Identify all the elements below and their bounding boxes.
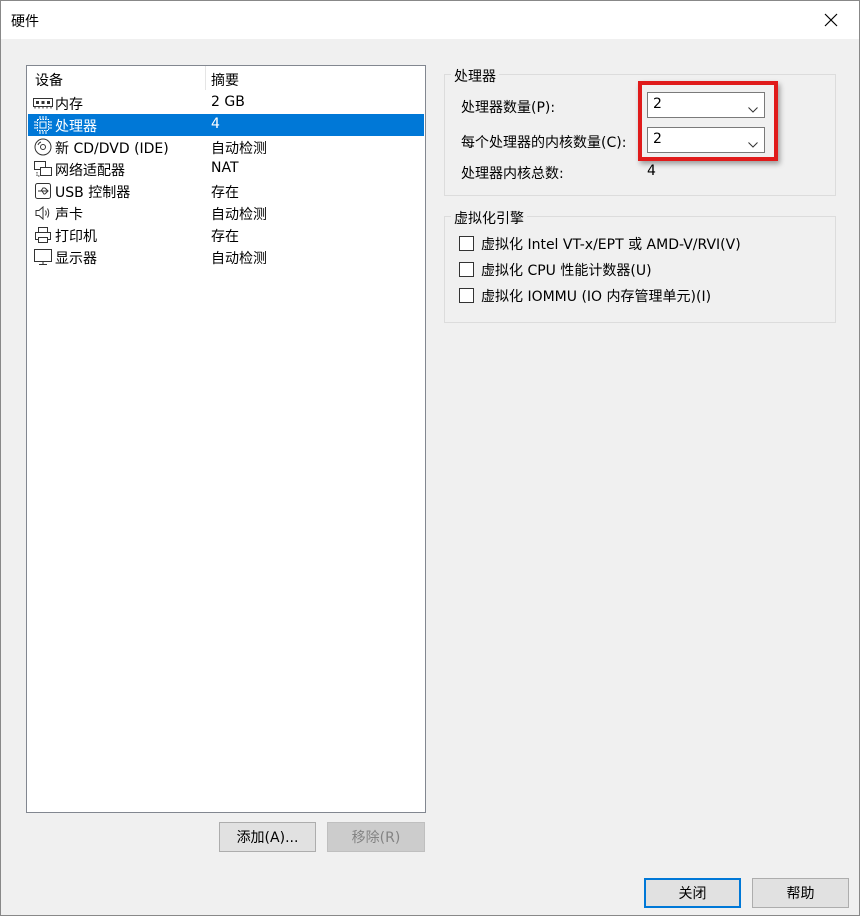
column-divider[interactable] [205,66,206,90]
column-header-device[interactable]: 设备 [35,70,63,90]
virtualization-group-legend: 虚拟化引擎 [451,208,527,228]
device-name: 打印机 [55,229,97,245]
add-button[interactable]: 添加(A)... [219,822,316,852]
device-summary: 自动检测 [211,251,267,267]
device-summary: 存在 [211,185,239,201]
virtualization-group: 虚拟化引擎 虚拟化 Intel VT-x/EPT 或 AMD-V/RVI(V) … [444,208,836,323]
device-summary: 存在 [211,229,239,245]
close-button[interactable]: 关闭 [644,878,741,908]
device-name: USB 控制器 [55,185,131,201]
total-cores-value: 4 [647,163,656,179]
title-bar: 硬件 [1,1,859,39]
virtualize-iommu-label: 虚拟化 IOMMU (IO 内存管理单元)(I) [481,289,712,305]
device-name: 内存 [55,97,83,113]
virtualize-intel-vtx-label: 虚拟化 Intel VT-x/EPT 或 AMD-V/RVI(V) [481,237,741,253]
cd-dvd-icon [33,138,53,156]
network-adapter-icon [33,160,53,178]
device-name: 显示器 [55,251,97,267]
device-row-network-adapter[interactable]: 网络适配器 NAT [28,158,424,180]
device-row-printer[interactable]: 打印机 存在 [28,224,424,246]
monitor-icon [33,248,53,266]
device-name: 网络适配器 [55,163,125,179]
device-summary: 自动检测 [211,141,267,157]
virtualize-cpu-counters-checkbox[interactable] [459,262,474,277]
memory-icon [33,94,53,112]
hardware-dialog: 硬件 设备 摘要 内存 2 GB 处理器 4 新 CD/DVD (IDE) 自动… [0,0,860,916]
virtualize-iommu-checkbox[interactable] [459,288,474,303]
device-summary: 自动检测 [211,207,267,223]
device-name: 声卡 [55,207,83,223]
device-summary: NAT [211,160,239,176]
total-cores-label: 处理器内核总数: [461,166,564,182]
device-name: 处理器 [55,119,97,135]
device-name: 新 CD/DVD (IDE) [55,141,169,157]
device-row-cd-dvd[interactable]: 新 CD/DVD (IDE) 自动检测 [28,136,424,158]
remove-button[interactable]: 移除(R) [327,822,425,852]
device-row-display[interactable]: 显示器 自动检测 [28,246,424,268]
device-row-processor[interactable]: 处理器 4 [28,114,424,136]
list-header: 设备 摘要 [27,66,425,90]
annotation-highlight-box [638,81,778,161]
virtualize-intel-vtx-checkbox[interactable] [459,236,474,251]
cores-per-processor-label: 每个处理器的内核数量(C): [461,135,627,151]
column-header-summary[interactable]: 摘要 [211,70,239,90]
printer-icon [33,226,53,244]
device-summary: 2 GB [211,94,245,110]
usb-icon [33,182,53,200]
processor-group-legend: 处理器 [451,66,499,86]
processor-icon [33,116,53,134]
device-summary: 4 [211,116,220,132]
device-row-sound-card[interactable]: 声卡 自动检测 [28,202,424,224]
virtualize-cpu-counters-label: 虚拟化 CPU 性能计数器(U) [481,263,652,279]
device-list[interactable]: 设备 摘要 内存 2 GB 处理器 4 新 CD/DVD (IDE) 自动检测 [26,65,426,813]
close-icon[interactable] [811,3,851,37]
device-row-memory[interactable]: 内存 2 GB [28,92,424,114]
window-title: 硬件 [11,14,39,30]
device-row-usb-controller[interactable]: USB 控制器 存在 [28,180,424,202]
processor-count-label: 处理器数量(P): [461,100,556,116]
help-button[interactable]: 帮助 [752,878,849,908]
speaker-icon [33,204,53,222]
